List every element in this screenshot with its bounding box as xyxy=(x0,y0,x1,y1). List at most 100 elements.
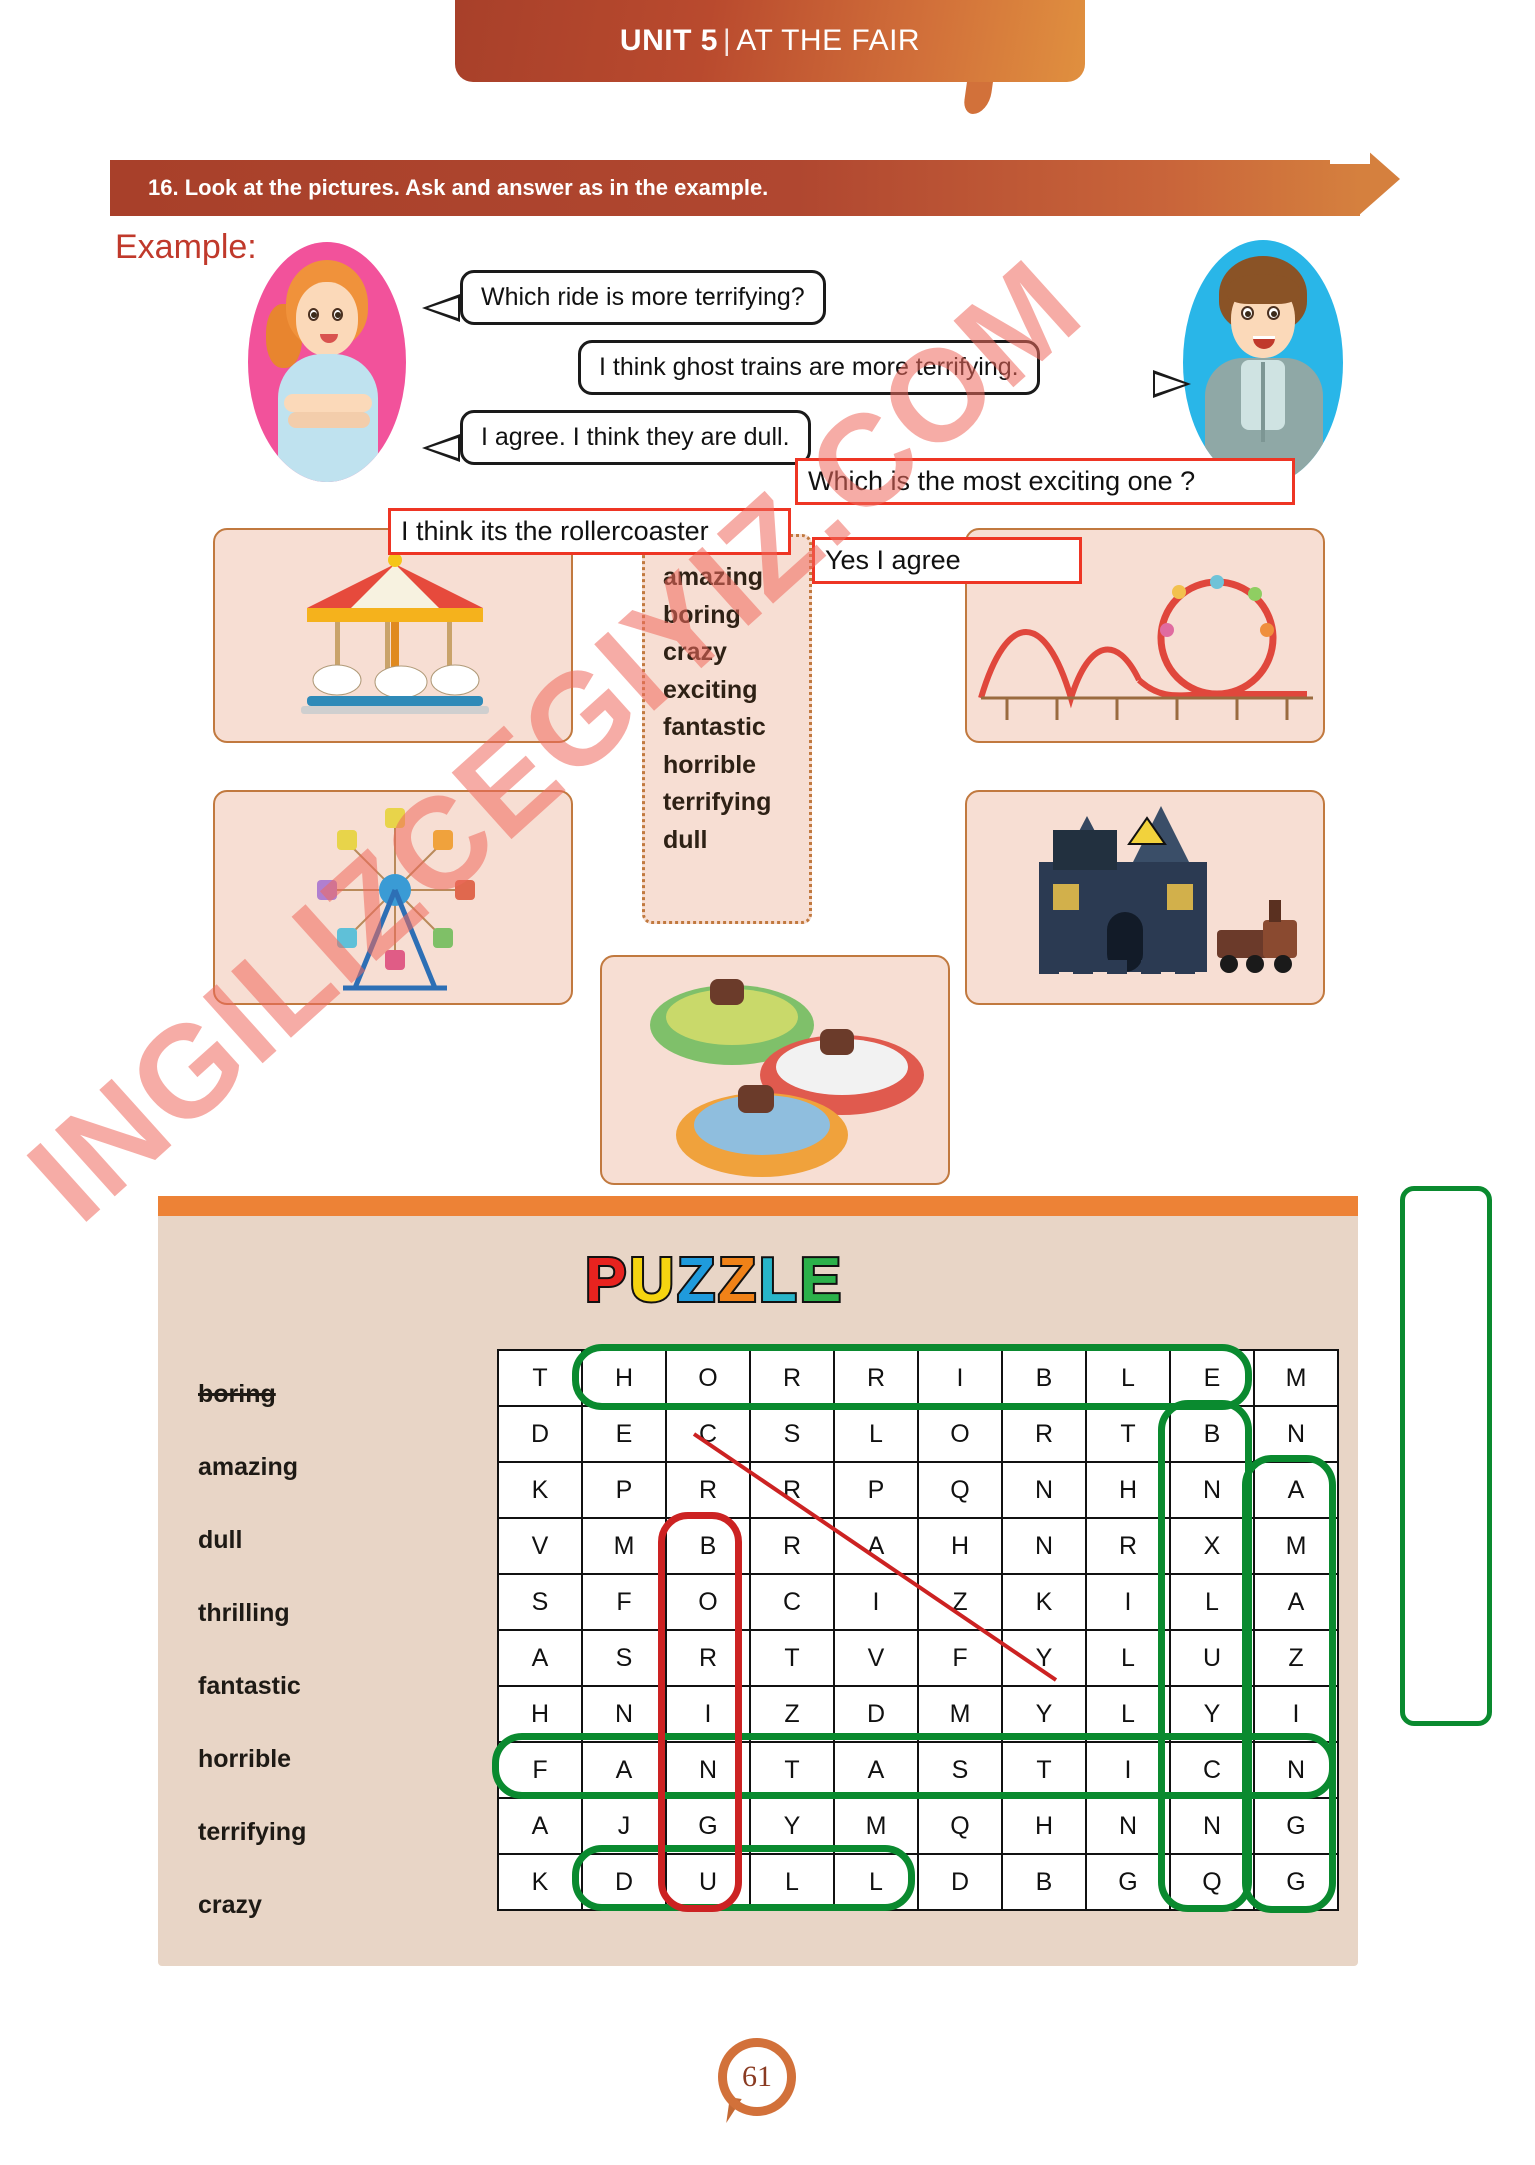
word-search-cell[interactable]: M xyxy=(581,1517,667,1575)
word-search-cell[interactable]: H xyxy=(917,1517,1003,1575)
word-search-cell[interactable]: M xyxy=(1253,1517,1339,1575)
word-search-cell[interactable]: V xyxy=(497,1517,583,1575)
word-search-cell[interactable]: H xyxy=(1085,1461,1171,1519)
word-search-cell[interactable]: O xyxy=(665,1573,751,1631)
word-search-cell[interactable]: I xyxy=(1253,1685,1339,1743)
word-search-cell[interactable]: R xyxy=(833,1349,919,1407)
word-search-cell[interactable]: B xyxy=(1001,1853,1087,1911)
word-search-cell[interactable]: K xyxy=(497,1853,583,1911)
word-search-cell[interactable]: R xyxy=(1001,1405,1087,1463)
word-search-cell[interactable]: U xyxy=(665,1853,751,1911)
word-search-cell[interactable]: A xyxy=(497,1629,583,1687)
puzzle-word-item[interactable]: boring xyxy=(198,1380,448,1409)
picture-card-bumper-cars[interactable] xyxy=(600,955,950,1185)
word-search-cell[interactable]: N xyxy=(1253,1405,1339,1463)
word-search-cell[interactable]: F xyxy=(917,1629,1003,1687)
word-search-cell[interactable]: G xyxy=(1253,1797,1339,1855)
word-search-cell[interactable]: D xyxy=(497,1405,583,1463)
word-search-cell[interactable]: K xyxy=(1001,1573,1087,1631)
word-search-cell[interactable]: D xyxy=(581,1853,667,1911)
word-search-cell[interactable]: B xyxy=(1001,1349,1087,1407)
word-search-cell[interactable]: G xyxy=(665,1797,751,1855)
word-search-cell[interactable]: F xyxy=(497,1741,583,1799)
word-search-cell[interactable]: A xyxy=(581,1741,667,1799)
word-search-cell[interactable]: M xyxy=(833,1797,919,1855)
puzzle-word-item[interactable]: fantastic xyxy=(198,1672,448,1701)
puzzle-word-item[interactable]: amazing xyxy=(198,1453,448,1482)
word-search-cell[interactable]: S xyxy=(497,1573,583,1631)
word-search-cell[interactable]: Z xyxy=(1253,1629,1339,1687)
answer-box-most-exciting[interactable]: Which is the most exciting one ? xyxy=(795,458,1295,505)
word-search-cell[interactable]: V xyxy=(833,1629,919,1687)
word-search-cell[interactable]: L xyxy=(833,1405,919,1463)
word-search-cell[interactable]: X xyxy=(1169,1517,1255,1575)
word-search-cell[interactable]: T xyxy=(1001,1741,1087,1799)
word-search-cell[interactable]: I xyxy=(833,1573,919,1631)
word-search-cell[interactable]: S xyxy=(749,1405,835,1463)
word-search-cell[interactable]: R xyxy=(665,1629,751,1687)
word-search-cell[interactable]: R xyxy=(749,1461,835,1519)
word-search-cell[interactable]: I xyxy=(665,1685,751,1743)
word-search-cell[interactable]: L xyxy=(1085,1349,1171,1407)
word-search-cell[interactable]: Y xyxy=(1001,1629,1087,1687)
word-search-cell[interactable]: R xyxy=(749,1349,835,1407)
word-search-cell[interactable]: C xyxy=(665,1405,751,1463)
word-search-cell[interactable]: D xyxy=(833,1685,919,1743)
word-search-cell[interactable]: G xyxy=(1085,1853,1171,1911)
word-search-cell[interactable]: N xyxy=(1253,1741,1339,1799)
word-search-cell[interactable]: S xyxy=(581,1629,667,1687)
word-search-cell[interactable]: L xyxy=(1169,1573,1255,1631)
word-search-cell[interactable]: I xyxy=(1085,1573,1171,1631)
word-search-cell[interactable]: T xyxy=(497,1349,583,1407)
word-search-cell[interactable]: E xyxy=(581,1405,667,1463)
word-search-cell[interactable]: A xyxy=(1253,1573,1339,1631)
word-search-grid[interactable]: THORRIBLEMDECSLORTBNKPRRPQNHNAVMBRAHNRXM… xyxy=(497,1349,1339,1911)
word-search-cell[interactable]: Z xyxy=(749,1685,835,1743)
word-search-cell[interactable]: R xyxy=(1085,1517,1171,1575)
word-search-cell[interactable]: N xyxy=(1169,1797,1255,1855)
puzzle-word-item[interactable]: terrifying xyxy=(198,1818,448,1847)
word-search-cell[interactable]: H xyxy=(1001,1797,1087,1855)
word-search-cell[interactable]: N xyxy=(1169,1461,1255,1519)
word-search-cell[interactable]: N xyxy=(581,1685,667,1743)
answer-box-yes-i-agree[interactable]: Yes I agree xyxy=(812,537,1082,584)
word-search-cell[interactable]: T xyxy=(749,1741,835,1799)
word-search-cell[interactable]: L xyxy=(1085,1685,1171,1743)
word-search-cell[interactable]: Y xyxy=(1169,1685,1255,1743)
word-search-cell[interactable]: C xyxy=(749,1573,835,1631)
picture-card-carousel[interactable] xyxy=(213,528,573,743)
word-search-cell[interactable]: P xyxy=(833,1461,919,1519)
word-search-cell[interactable]: P xyxy=(581,1461,667,1519)
puzzle-word-item[interactable]: thrilling xyxy=(198,1599,448,1628)
word-search-cell[interactable]: G xyxy=(1253,1853,1339,1911)
word-search-cell[interactable]: M xyxy=(917,1685,1003,1743)
answer-box-rollercoaster[interactable]: I think its the rollercoaster xyxy=(388,508,791,555)
word-search-cell[interactable]: Q xyxy=(917,1461,1003,1519)
word-search-cell[interactable]: S xyxy=(917,1741,1003,1799)
word-search-cell[interactable]: T xyxy=(749,1629,835,1687)
word-search-cell[interactable]: Y xyxy=(1001,1685,1087,1743)
word-search-cell[interactable]: K xyxy=(497,1461,583,1519)
word-search-cell[interactable]: N xyxy=(1001,1517,1087,1575)
word-search-cell[interactable]: L xyxy=(833,1853,919,1911)
word-search-cell[interactable]: I xyxy=(917,1349,1003,1407)
word-search-cell[interactable]: A xyxy=(497,1797,583,1855)
word-search-cell[interactable]: H xyxy=(497,1685,583,1743)
word-search-cell[interactable]: O xyxy=(665,1349,751,1407)
word-search-cell[interactable]: T xyxy=(1085,1405,1171,1463)
word-search-cell[interactable]: Z xyxy=(917,1573,1003,1631)
word-search-cell[interactable]: R xyxy=(749,1517,835,1575)
word-search-cell[interactable]: A xyxy=(833,1517,919,1575)
word-search-cell[interactable]: B xyxy=(1169,1405,1255,1463)
word-search-cell[interactable]: A xyxy=(833,1741,919,1799)
word-search-cell[interactable]: F xyxy=(581,1573,667,1631)
word-search-cell[interactable]: R xyxy=(665,1461,751,1519)
word-search-cell[interactable]: O xyxy=(917,1405,1003,1463)
word-search-cell[interactable]: N xyxy=(1085,1797,1171,1855)
word-search-cell[interactable]: C xyxy=(1169,1741,1255,1799)
word-search-cell[interactable]: M xyxy=(1253,1349,1339,1407)
word-search-cell[interactable]: Y xyxy=(749,1797,835,1855)
word-search-cell[interactable]: A xyxy=(1253,1461,1339,1519)
word-search-cell[interactable]: Q xyxy=(1169,1853,1255,1911)
word-search-cell[interactable]: U xyxy=(1169,1629,1255,1687)
